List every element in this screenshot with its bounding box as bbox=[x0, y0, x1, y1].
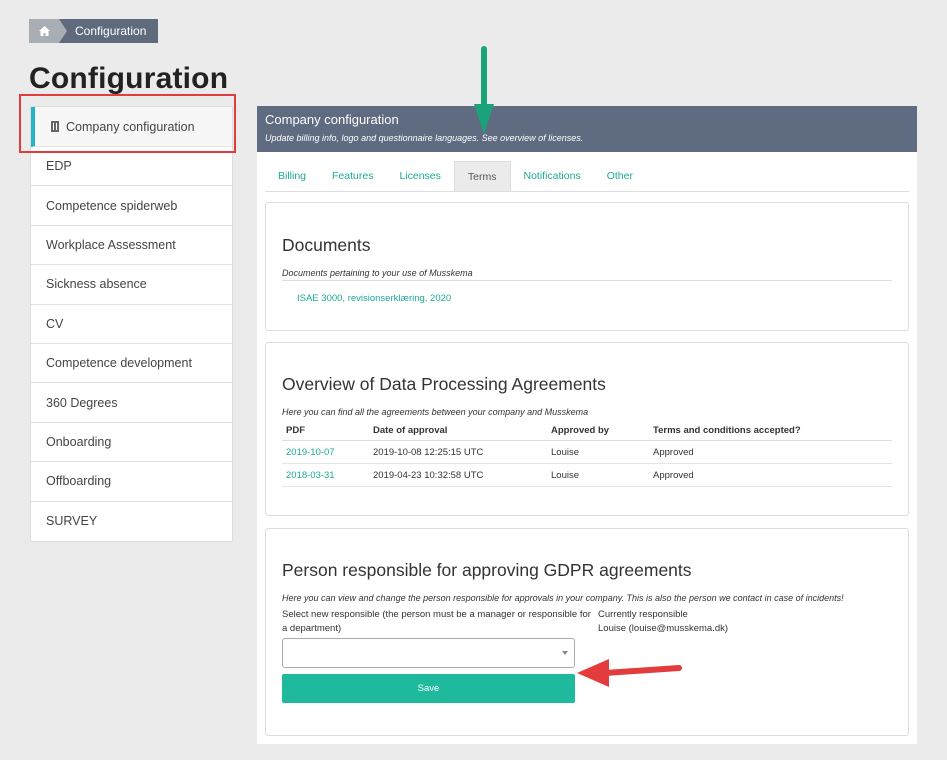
home-icon bbox=[38, 26, 50, 36]
column-header-pdf: PDF bbox=[282, 421, 369, 441]
tab-terms[interactable]: Terms bbox=[453, 161, 511, 191]
documents-description: Documents pertaining to your use of Muss… bbox=[282, 268, 892, 281]
table-row: 2018-03-31 2019-04-23 10:32:58 UTC Louis… bbox=[282, 463, 892, 487]
documents-section: Documents Documents pertaining to your u… bbox=[265, 202, 909, 331]
sidebar-item-360-degrees[interactable]: 360 Degrees bbox=[31, 383, 232, 423]
tab-notifications[interactable]: Notifications bbox=[511, 161, 594, 191]
sidebar-item-cv[interactable]: CV bbox=[31, 305, 232, 344]
sidebar-item-onboarding[interactable]: Onboarding bbox=[31, 423, 232, 463]
gdpr-labels-row: Select new responsible (the person must … bbox=[282, 608, 892, 636]
sidebar-item-label: CV bbox=[46, 316, 64, 331]
panel-subtitle: Update billing info, logo and questionna… bbox=[265, 133, 584, 143]
sidebar-item-offboarding[interactable]: Offboarding bbox=[31, 462, 232, 502]
dpa-table: PDF Date of approval Approved by Terms a… bbox=[282, 421, 892, 487]
table-cell: Louise bbox=[547, 463, 649, 487]
column-header-terms: Terms and conditions accepted? bbox=[649, 421, 892, 441]
table-cell: Louise bbox=[547, 440, 649, 464]
document-link[interactable]: ISAE 3000, revisionserklæring, 2020 bbox=[297, 293, 892, 304]
sidebar-item-label: SURVEY bbox=[46, 514, 98, 529]
sidebar: Company configuration EDP Competence spi… bbox=[30, 106, 233, 542]
current-responsible-value: Louise (louise@musskema.dk) bbox=[598, 623, 729, 634]
annotation-arrow-down-icon bbox=[474, 46, 494, 134]
annotation-highlight-box bbox=[19, 94, 236, 153]
annotation-arrow-left-icon bbox=[577, 659, 682, 687]
documents-heading: Documents bbox=[282, 235, 371, 255]
table-cell: 2019-04-23 10:32:58 UTC bbox=[369, 463, 547, 487]
panel-title: Company configuration bbox=[265, 112, 399, 127]
sidebar-item-survey[interactable]: SURVEY bbox=[31, 502, 232, 541]
sidebar-item-competence-development[interactable]: Competence development bbox=[31, 344, 232, 384]
pdf-link[interactable]: 2018-03-31 bbox=[282, 463, 369, 487]
tab-billing[interactable]: Billing bbox=[265, 161, 319, 191]
column-header-date: Date of approval bbox=[369, 421, 547, 441]
sidebar-item-sickness-absence[interactable]: Sickness absence bbox=[31, 265, 232, 305]
breadcrumb-home[interactable] bbox=[29, 19, 67, 43]
page-title: Configuration bbox=[29, 62, 229, 95]
select-label: Select new responsible (the person must … bbox=[282, 609, 591, 634]
current-responsible-label: Currently responsible bbox=[598, 609, 688, 620]
dpa-description: Here you can find all the agreements bet… bbox=[282, 407, 589, 417]
sidebar-item-label: Competence development bbox=[46, 356, 192, 371]
table-cell: Approved bbox=[649, 463, 892, 487]
gdpr-description: Here you can view and change the person … bbox=[282, 593, 844, 603]
breadcrumb-current[interactable]: Configuration bbox=[59, 19, 159, 43]
sidebar-item-label: Competence spiderweb bbox=[46, 198, 178, 213]
sidebar-item-label: EDP bbox=[46, 159, 72, 174]
table-header-row: PDF Date of approval Approved by Terms a… bbox=[282, 421, 892, 441]
sidebar-item-label: Workplace Assessment bbox=[46, 237, 176, 252]
sidebar-item-label: Offboarding bbox=[46, 474, 112, 489]
table-cell: 2019-10-08 12:25:15 UTC bbox=[369, 440, 547, 464]
tab-other[interactable]: Other bbox=[594, 161, 646, 191]
sidebar-item-label: Sickness absence bbox=[46, 277, 147, 292]
table-cell: Approved bbox=[649, 440, 892, 464]
sidebar-item-competence-spiderweb[interactable]: Competence spiderweb bbox=[31, 186, 232, 226]
table-row: 2019-10-07 2019-10-08 12:25:15 UTC Louis… bbox=[282, 440, 892, 464]
current-responsible: Currently responsible Louise (louise@mus… bbox=[598, 608, 728, 636]
panel-header: Company configuration Update billing inf… bbox=[257, 106, 917, 152]
tab-licenses[interactable]: Licenses bbox=[386, 161, 453, 191]
breadcrumb: Configuration bbox=[29, 19, 159, 43]
sidebar-item-workplace-assessment[interactable]: Workplace Assessment bbox=[31, 226, 232, 266]
gdpr-section: Person responsible for approving GDPR ag… bbox=[265, 528, 909, 736]
gdpr-heading: Person responsible for approving GDPR ag… bbox=[282, 560, 692, 580]
save-button[interactable]: Save bbox=[282, 674, 575, 703]
tab-features[interactable]: Features bbox=[319, 161, 386, 191]
tab-bar: Billing Features Licenses Terms Notifica… bbox=[265, 161, 909, 192]
company-configuration-panel: Company configuration Update billing inf… bbox=[257, 106, 917, 744]
sidebar-item-label: Onboarding bbox=[46, 434, 112, 449]
pdf-link[interactable]: 2019-10-07 bbox=[282, 440, 369, 464]
column-header-approved-by: Approved by bbox=[547, 421, 649, 441]
responsible-select[interactable] bbox=[282, 638, 575, 668]
sidebar-item-label: 360 Degrees bbox=[46, 395, 118, 410]
dpa-heading: Overview of Data Processing Agreements bbox=[282, 374, 606, 394]
dpa-section: Overview of Data Processing Agreements H… bbox=[265, 342, 909, 516]
